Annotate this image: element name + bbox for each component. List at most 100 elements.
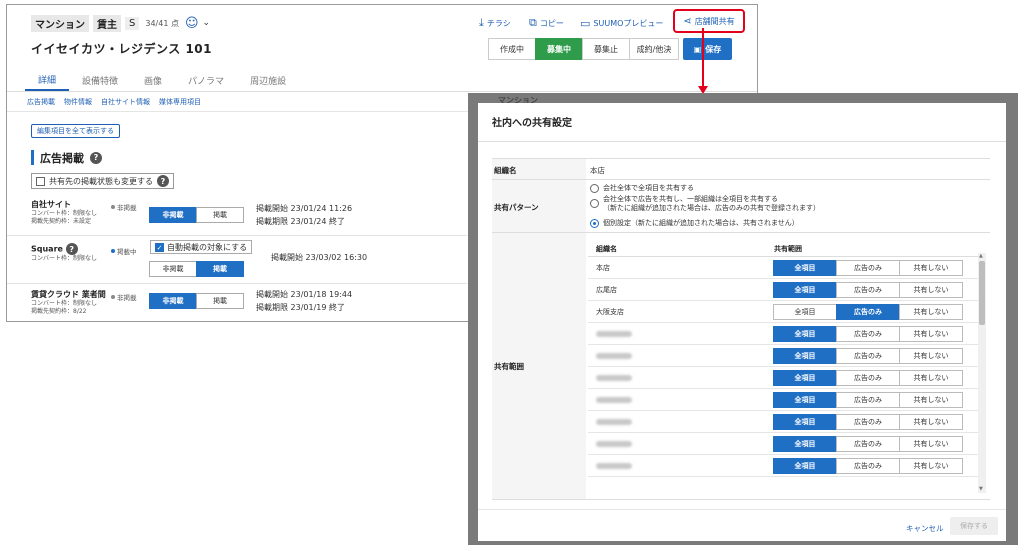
copy-icon: ⧉ xyxy=(529,16,537,29)
no-share-option[interactable]: 共有しない xyxy=(899,348,963,364)
media-row: 賃貸クラウド 業者間 コンバート枠：制限なし 掲載先契約枠：8/22 xyxy=(31,289,471,316)
type-badge: 賃主 xyxy=(93,14,121,32)
listing-toggle: 非掲載 掲載 xyxy=(149,207,244,223)
all-items-option[interactable]: 全項目 xyxy=(773,282,837,298)
help-icon[interactable]: ? xyxy=(65,243,78,255)
ads-only-option[interactable]: 広告のみ xyxy=(836,458,900,474)
ads-only-option[interactable]: 広告のみ xyxy=(836,326,900,342)
all-items-option[interactable]: 全項目 xyxy=(773,392,837,408)
pattern-individual[interactable]: 個別設定（新たに組織が追加された場合は、共有されません） xyxy=(590,219,799,228)
list-option[interactable]: 掲載 xyxy=(196,261,244,277)
save-button[interactable]: ▣ 保存 xyxy=(683,38,732,60)
listing-dates: 掲載開始 23/01/18 19:44 掲載期限 23/01/19 終了 xyxy=(256,290,353,312)
unlist-option[interactable]: 非掲載 xyxy=(149,207,197,223)
media-sub: 掲載先契約枠：未設定 xyxy=(31,218,92,225)
scrollbar-thumb[interactable] xyxy=(979,261,985,325)
org-name xyxy=(596,397,632,403)
org-name xyxy=(596,441,632,447)
all-items-option[interactable]: 全項目 xyxy=(773,260,837,276)
no-share-option[interactable]: 共有しない xyxy=(899,304,963,320)
org-name: 広尾店 xyxy=(596,286,617,294)
status-drafting[interactable]: 作成中 xyxy=(488,38,536,60)
org-name xyxy=(596,419,632,425)
range-label: 共有範囲 xyxy=(494,362,524,371)
listing-dates: 掲載開始 23/03/02 16:30 xyxy=(271,253,368,262)
save-settings-button[interactable]: 保存する xyxy=(950,517,998,535)
no-share-option[interactable]: 共有しない xyxy=(899,370,963,386)
no-share-option[interactable]: 共有しない xyxy=(899,436,963,452)
tab-equipment[interactable]: 設備特徴 xyxy=(69,69,131,91)
section-links: 広告掲載 物件情報 自社サイト情報 媒体専用項目 xyxy=(27,97,201,107)
row-divider xyxy=(7,283,467,284)
help-icon[interactable]: ? xyxy=(90,151,102,164)
unlist-option[interactable]: 非掲載 xyxy=(149,261,197,277)
list-option[interactable]: 掲載 xyxy=(196,207,244,223)
no-share-option[interactable]: 共有しない xyxy=(899,414,963,430)
change-share-status-checkbox[interactable]: 共有先の掲載状態も変更する ? xyxy=(31,173,174,189)
pattern-ads-partial[interactable]: 会社全体で広告を共有し、一部組織は全項目を共有する （新たに組織が追加された場合は… xyxy=(590,195,820,213)
media-sub: コンバート枠：制限なし xyxy=(31,210,98,217)
all-items-option[interactable]: 全項目 xyxy=(773,370,837,386)
all-items-option[interactable]: 全項目 xyxy=(773,436,837,452)
org-row: 広尾店 全項目 広告のみ 共有しない xyxy=(588,279,978,301)
all-items-option[interactable]: 全項目 xyxy=(773,414,837,430)
smile-icon[interactable]: ☺ xyxy=(185,16,199,31)
status-recruiting[interactable]: 募集中 xyxy=(535,38,583,60)
no-share-option[interactable]: 共有しない xyxy=(899,326,963,342)
tab-images[interactable]: 画像 xyxy=(131,69,175,91)
org-name xyxy=(596,353,632,359)
copy-link[interactable]: ⧉ コピー xyxy=(529,14,564,32)
ads-only-option[interactable]: 広告のみ xyxy=(836,260,900,276)
ads-only-option[interactable]: 広告のみ xyxy=(836,436,900,452)
ads-only-option[interactable]: 広告のみ xyxy=(836,370,900,386)
org-name xyxy=(596,375,632,381)
no-share-option[interactable]: 共有しない xyxy=(899,260,963,276)
status-dot-icon xyxy=(111,205,115,209)
store-share-link[interactable]: ⋖ 店舗間共有 xyxy=(673,9,745,33)
status-stopped[interactable]: 募集止 xyxy=(582,38,630,60)
checkbox-icon xyxy=(36,176,45,186)
unlist-option[interactable]: 非掲載 xyxy=(149,293,197,309)
link-media-items[interactable]: 媒体専用項目 xyxy=(159,97,201,107)
scroll-up-icon[interactable]: ▲ xyxy=(979,253,983,259)
no-share-option[interactable]: 共有しない xyxy=(899,458,963,474)
tab-panorama[interactable]: パノラマ xyxy=(175,69,237,91)
org-row: 本店 全項目 広告のみ 共有しない xyxy=(588,257,978,279)
share-range-toggle: 全項目 広告のみ 共有しない xyxy=(773,370,963,386)
ads-only-option[interactable]: 広告のみ xyxy=(836,392,900,408)
pattern-all-items[interactable]: 会社全体で全項目を共有する xyxy=(590,184,694,193)
all-items-option[interactable]: 全項目 xyxy=(773,326,837,342)
expand-all-button[interactable]: 編集項目を全て表示する xyxy=(31,124,120,138)
flyer-link[interactable]: ⤓ チラシ xyxy=(479,14,511,32)
tab-details[interactable]: 詳細 xyxy=(25,69,70,91)
no-share-option[interactable]: 共有しない xyxy=(899,282,963,298)
chevron-down-icon[interactable]: ⌄ xyxy=(203,18,211,28)
checkbox-checked-icon: ✓ xyxy=(155,242,164,252)
tab-nearby[interactable]: 周辺施設 xyxy=(237,69,299,91)
status-contracted[interactable]: 成約/他決 xyxy=(629,38,679,60)
status-selector: 作成中 募集中 募集止 成約/他決 xyxy=(488,38,679,60)
link-own-site-info[interactable]: 自社サイト情報 xyxy=(101,97,150,107)
divider xyxy=(478,509,1006,510)
all-items-option[interactable]: 全項目 xyxy=(773,458,837,474)
all-items-option[interactable]: 全項目 xyxy=(773,348,837,364)
org-name xyxy=(596,331,632,337)
all-items-option[interactable]: 全項目 xyxy=(773,304,837,320)
ads-only-option[interactable]: 広告のみ xyxy=(836,414,900,430)
link-ad-listing[interactable]: 広告掲載 xyxy=(27,97,55,107)
ads-only-option[interactable]: 広告のみ xyxy=(836,304,900,320)
link-property-info[interactable]: 物件情報 xyxy=(64,97,92,107)
suumo-preview-link[interactable]: ▭ SUUMOプレビュー xyxy=(580,14,663,32)
radio-icon xyxy=(590,184,599,193)
grade-badge: S xyxy=(125,16,140,30)
property-header: マンション 賃主 S 34/41 点 ☺ ⌄ xyxy=(31,14,210,32)
scroll-down-icon[interactable]: ▼ xyxy=(979,486,983,492)
list-option[interactable]: 掲載 xyxy=(196,293,244,309)
auto-listing-checkbox[interactable]: ✓ 自動掲載の対象にする xyxy=(150,240,253,254)
ads-only-option[interactable]: 広告のみ xyxy=(836,348,900,364)
divider xyxy=(492,179,990,180)
help-icon[interactable]: ? xyxy=(157,175,169,187)
no-share-option[interactable]: 共有しない xyxy=(899,392,963,408)
ads-only-option[interactable]: 広告のみ xyxy=(836,282,900,298)
cancel-button[interactable]: キャンセル xyxy=(906,523,944,534)
